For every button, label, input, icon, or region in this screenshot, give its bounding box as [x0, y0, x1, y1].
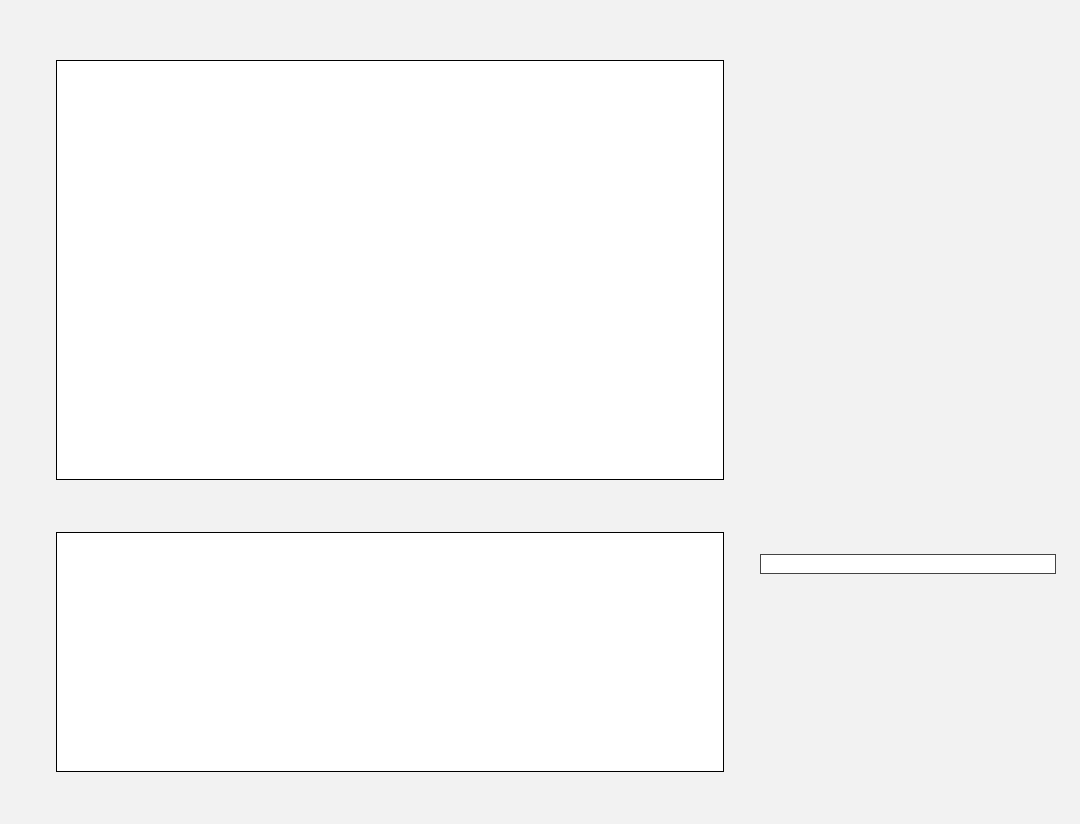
legend	[760, 554, 1056, 574]
accuracy-chart	[56, 60, 724, 480]
loss-chart	[56, 532, 724, 772]
